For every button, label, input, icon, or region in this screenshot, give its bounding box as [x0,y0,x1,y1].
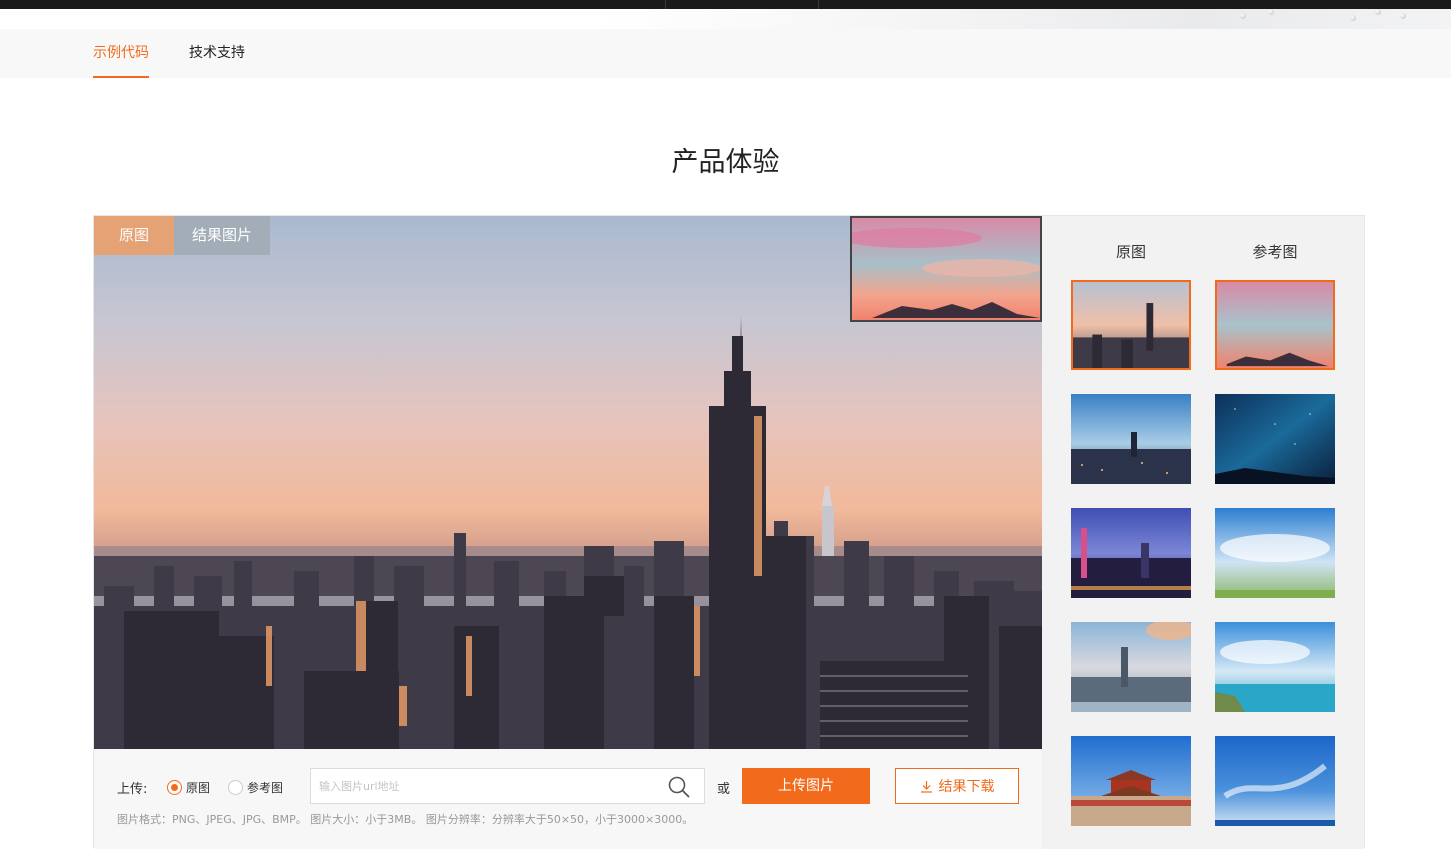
droplet-decoration [1400,13,1406,19]
upload-controls: 上传: 原图 参考图 或 上传图片 结果下载 图片格式：PNG、JPEG [94,749,1042,849]
radio-reference[interactable]: 参考图 [228,779,283,795]
sample-original-4[interactable] [1071,622,1191,712]
or-text: 或 [717,782,731,797]
sample-reference-5[interactable] [1215,736,1335,826]
top-nav-bar [0,0,1451,9]
tab-original-image[interactable]: 原图 [94,216,174,255]
droplet-decoration [1375,9,1381,15]
search-icon[interactable] [668,776,690,798]
sample-reference-4[interactable] [1215,622,1335,712]
sample-reference-2[interactable] [1215,394,1335,484]
tab-tech-support[interactable]: 技术支持 [189,29,245,78]
download-result-button[interactable]: 结果下载 [895,768,1019,804]
url-input-box [310,768,705,804]
sample-original-3[interactable] [1071,508,1191,598]
nav-separator [818,0,819,9]
image-viewer: 原图 结果图片 [94,216,1042,749]
droplet-decoration [1240,13,1246,19]
sample-original-5[interactable] [1071,736,1191,826]
section-tab-bar: 示例代码 技术支持 [0,29,1451,78]
radio-reference-label: 参考图 [247,780,284,795]
sample-original-2[interactable] [1071,394,1191,484]
sample-reference-3[interactable] [1215,508,1335,598]
download-icon [920,780,932,793]
radio-original[interactable]: 原图 [167,779,210,795]
upload-image-button[interactable]: 上传图片 [742,768,870,804]
reference-image-inset [850,216,1042,322]
upload-label: 上传: [117,782,148,797]
upload-hint-text: 图片格式：PNG、JPEG、JPG、BMP。 图片大小：小于3MB。 图片分辨率… [117,813,694,826]
radio-original-label: 原图 [186,780,211,795]
droplet-decoration [1350,15,1356,21]
banner-decoration [600,9,1451,29]
sample-original-1[interactable] [1071,280,1191,370]
page-title: 产品体验 [671,147,780,178]
radio-selected-icon [167,779,182,795]
radio-unselected-icon [228,779,243,795]
sample-gallery: 原图 参考图 [1042,216,1364,849]
image-url-input[interactable] [311,769,651,803]
tab-result-image[interactable]: 结果图片 [174,216,270,255]
tab-sample-code[interactable]: 示例代码 [93,29,149,78]
product-demo-panel: 原图 结果图片 上传: 原图 参考图 输入图片url地址 或 上传图片 结果下载… [93,215,1365,849]
download-button-label: 结果下载 [938,779,995,795]
sample-reference-1[interactable] [1215,280,1335,370]
droplet-decoration [1268,9,1274,15]
nav-separator [665,0,666,9]
gallery-header-reference: 参考图 [1252,243,1298,261]
gallery-header-original: 原图 [1115,243,1146,261]
